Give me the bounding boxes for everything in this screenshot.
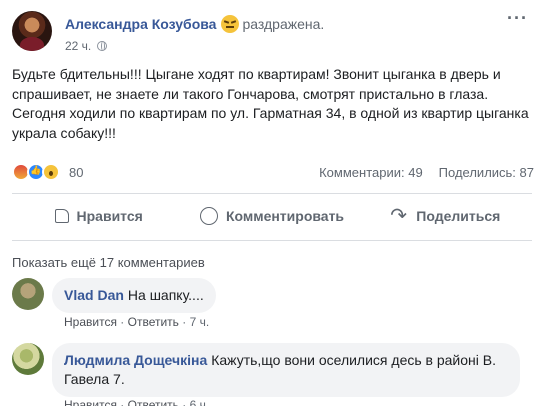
- wow-reaction-icon: [42, 163, 60, 181]
- angry-face-icon: [221, 15, 240, 33]
- comment-button[interactable]: Комментировать: [185, 200, 358, 232]
- post-timestamp[interactable]: 22 ч.: [65, 39, 91, 53]
- share-button-label: Поделиться: [416, 208, 501, 224]
- post-text: Будьте бдительны!!! Цыгане ходят по квар…: [12, 66, 529, 141]
- commenter-avatar[interactable]: [12, 278, 44, 310]
- reactions-row: 80 Комментарии: 49 Поделились: 87: [12, 163, 534, 183]
- comment-bubble: Людмила Дощечкіна Кажуть,що вони оселилис…: [52, 343, 520, 397]
- comment-time[interactable]: 6 ч.: [190, 398, 210, 406]
- shares-count[interactable]: Поделились: 87: [439, 165, 534, 180]
- comment-bubble: Vlad Dan На шапку....: [52, 278, 216, 313]
- more-options-icon[interactable]: ···: [507, 9, 528, 27]
- meta-separator: ·: [182, 315, 187, 329]
- comment-text: На шапку....: [127, 287, 204, 303]
- comment-meta: Нравится · Ответить · 6 ч.: [64, 398, 209, 406]
- comment-like-link[interactable]: Нравится: [64, 315, 117, 329]
- meta-separator: ·: [182, 398, 187, 406]
- divider: [12, 240, 532, 241]
- divider: [12, 193, 532, 194]
- author-name[interactable]: Александра Козубова: [65, 16, 216, 32]
- meta-separator: ·: [120, 315, 125, 329]
- comment-author[interactable]: Vlad Dan: [64, 287, 124, 303]
- post-header: Александра Козубова раздражена. 22 ч. ··…: [12, 9, 532, 57]
- comment-author[interactable]: Людмила Дощечкіна: [64, 352, 207, 368]
- comment-reply-link[interactable]: Ответить: [128, 398, 179, 406]
- like-button-label: Нравится: [76, 208, 143, 224]
- comment-like-link[interactable]: Нравится: [64, 398, 117, 406]
- comments-count[interactable]: Комментарии: 49: [319, 165, 423, 180]
- share-button[interactable]: Поделиться: [359, 200, 532, 232]
- meta-separator: ·: [120, 398, 125, 406]
- commenter-avatar[interactable]: [12, 343, 44, 375]
- author-line: Александра Козубова раздражена.: [65, 15, 324, 33]
- comment-reply-link[interactable]: Ответить: [128, 315, 179, 329]
- like-icon: [54, 209, 69, 223]
- reaction-icons[interactable]: [12, 163, 60, 181]
- comment-button-label: Комментировать: [225, 208, 345, 224]
- share-icon: [390, 203, 408, 228]
- like-button[interactable]: Нравится: [12, 200, 185, 232]
- post-time-line: 22 ч.: [65, 39, 108, 53]
- post-stats: Комментарии: 49 Поделились: 87: [319, 165, 534, 180]
- post-actions: Нравится Комментировать Поделиться: [12, 200, 532, 232]
- author-avatar[interactable]: [12, 11, 52, 51]
- reactions-count[interactable]: 80: [69, 165, 83, 180]
- globe-icon: [97, 41, 108, 51]
- comment-icon: [199, 207, 218, 225]
- comment-meta: Нравится · Ответить · 7 ч.: [64, 315, 209, 329]
- comment-time[interactable]: 7 ч.: [190, 315, 210, 329]
- view-more-comments-link[interactable]: Показать ещё 17 комментариев: [12, 255, 205, 270]
- feeling-text: раздражена.: [242, 16, 325, 32]
